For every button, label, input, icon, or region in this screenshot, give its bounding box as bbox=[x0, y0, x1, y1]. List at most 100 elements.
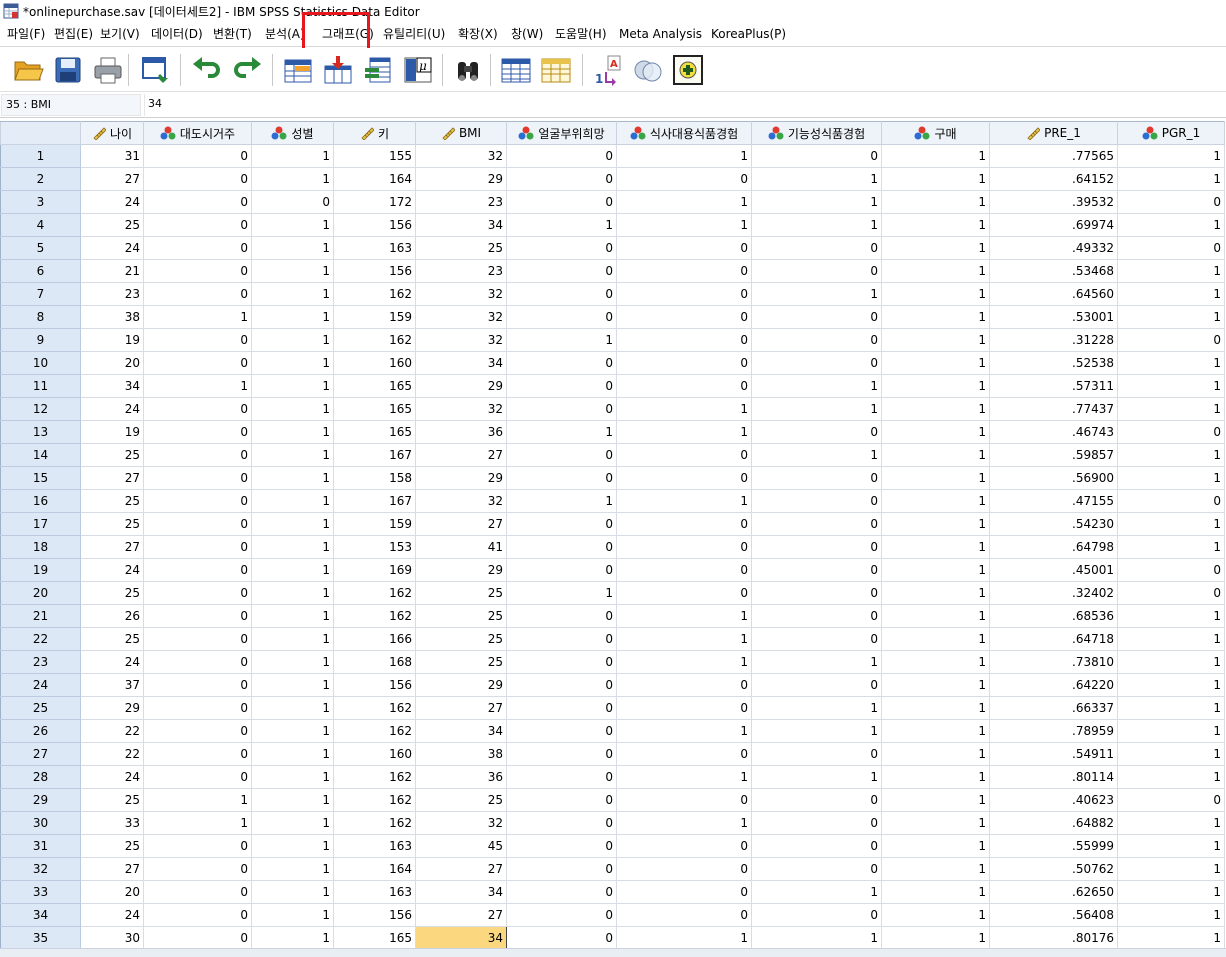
row-number-header[interactable]: 9 bbox=[0, 328, 81, 352]
data-cell[interactable]: 27 bbox=[80, 167, 144, 191]
data-cell[interactable]: 1 bbox=[251, 512, 334, 536]
data-cell[interactable]: 0 bbox=[1117, 558, 1225, 582]
data-cell[interactable]: 25 bbox=[80, 627, 144, 651]
data-cell[interactable]: 24 bbox=[80, 903, 144, 927]
data-cell[interactable]: 32 bbox=[415, 811, 507, 835]
data-cell[interactable]: 27 bbox=[80, 466, 144, 490]
data-cell[interactable]: 22 bbox=[80, 719, 144, 743]
data-cell[interactable]: 1 bbox=[506, 489, 617, 513]
data-cell[interactable]: 1 bbox=[251, 903, 334, 927]
data-cell[interactable]: 0 bbox=[1117, 788, 1225, 812]
data-cell[interactable]: 30 bbox=[80, 926, 144, 950]
data-cell[interactable]: 1 bbox=[616, 719, 752, 743]
data-cell[interactable]: 1 bbox=[506, 581, 617, 605]
data-cell[interactable]: 1 bbox=[1117, 282, 1225, 306]
data-cell[interactable]: 167 bbox=[333, 443, 416, 467]
data-cell[interactable]: 1 bbox=[1117, 466, 1225, 490]
data-cell[interactable]: 34 bbox=[415, 213, 507, 237]
data-cell[interactable]: .68536 bbox=[989, 604, 1118, 628]
data-cell[interactable]: 0 bbox=[506, 236, 617, 260]
data-cell[interactable]: .80176 bbox=[989, 926, 1118, 950]
use-variable-sets-icon[interactable] bbox=[632, 54, 664, 86]
menu-edit[interactable]: 편집(E) bbox=[47, 22, 93, 47]
data-cell[interactable]: 0 bbox=[751, 489, 882, 513]
data-cell[interactable]: 1 bbox=[881, 811, 990, 835]
data-cell[interactable]: .53468 bbox=[989, 259, 1118, 283]
data-cell[interactable]: 0 bbox=[616, 236, 752, 260]
data-cell[interactable]: 23 bbox=[80, 282, 144, 306]
data-cell[interactable]: 25 bbox=[80, 213, 144, 237]
data-cell[interactable]: .57311 bbox=[989, 374, 1118, 398]
data-cell[interactable]: 162 bbox=[333, 719, 416, 743]
insert-variable-icon[interactable] bbox=[540, 54, 572, 86]
data-cell[interactable]: 0 bbox=[506, 397, 617, 421]
menu-meta-analysis[interactable]: Meta Analysis bbox=[612, 22, 704, 47]
data-cell[interactable]: 1 bbox=[251, 558, 334, 582]
data-cell[interactable]: 1 bbox=[1117, 443, 1225, 467]
data-cell[interactable]: 0 bbox=[506, 351, 617, 375]
data-cell[interactable]: 0 bbox=[751, 742, 882, 766]
data-cell[interactable]: 0 bbox=[506, 512, 617, 536]
data-cell[interactable]: 25 bbox=[80, 512, 144, 536]
data-cell[interactable]: 1 bbox=[881, 788, 990, 812]
data-cell[interactable]: .46743 bbox=[989, 420, 1118, 444]
data-cell[interactable]: 0 bbox=[616, 443, 752, 467]
data-cell[interactable]: 1 bbox=[506, 213, 617, 237]
data-cell[interactable]: 0 bbox=[506, 167, 617, 191]
data-cell[interactable]: 0 bbox=[143, 742, 252, 766]
column-header[interactable]: BMI bbox=[415, 121, 507, 145]
menu-window[interactable]: 창(W) bbox=[504, 22, 548, 47]
data-cell[interactable]: 0 bbox=[616, 880, 752, 904]
data-cell[interactable]: 1 bbox=[616, 190, 752, 214]
data-cell[interactable]: 1 bbox=[1117, 926, 1225, 950]
data-cell[interactable]: 0 bbox=[616, 788, 752, 812]
data-cell[interactable]: 22 bbox=[80, 742, 144, 766]
data-cell[interactable]: 24 bbox=[80, 558, 144, 582]
data-cell[interactable]: 20 bbox=[80, 351, 144, 375]
data-cell[interactable]: 1 bbox=[143, 374, 252, 398]
data-cell[interactable]: 0 bbox=[143, 144, 252, 168]
data-cell[interactable]: 1 bbox=[881, 443, 990, 467]
data-cell[interactable]: 1 bbox=[1117, 650, 1225, 674]
data-cell[interactable]: 1 bbox=[881, 581, 990, 605]
data-cell[interactable]: 1 bbox=[251, 696, 334, 720]
data-cell[interactable]: 1 bbox=[751, 696, 882, 720]
data-cell[interactable]: 1 bbox=[251, 742, 334, 766]
row-number-header[interactable]: 8 bbox=[0, 305, 81, 329]
data-cell[interactable]: 165 bbox=[333, 926, 416, 950]
data-cell[interactable]: 0 bbox=[143, 719, 252, 743]
data-cell[interactable]: 0 bbox=[506, 259, 617, 283]
data-cell[interactable]: 1 bbox=[1117, 696, 1225, 720]
data-cell[interactable]: 1 bbox=[881, 742, 990, 766]
data-cell[interactable]: 0 bbox=[1117, 190, 1225, 214]
data-cell[interactable]: 45 bbox=[415, 834, 507, 858]
data-cell[interactable]: 163 bbox=[333, 880, 416, 904]
data-cell[interactable]: 166 bbox=[333, 627, 416, 651]
row-number-header[interactable]: 13 bbox=[0, 420, 81, 444]
data-cell[interactable]: 1 bbox=[881, 144, 990, 168]
data-cell[interactable]: 1 bbox=[751, 926, 882, 950]
data-cell[interactable]: 32 bbox=[415, 305, 507, 329]
selected-data-cell[interactable]: 34 bbox=[415, 926, 507, 950]
data-cell[interactable]: 1 bbox=[1117, 834, 1225, 858]
data-cell[interactable]: 1 bbox=[616, 926, 752, 950]
data-cell[interactable]: 1 bbox=[881, 397, 990, 421]
row-number-header[interactable]: 28 bbox=[0, 765, 81, 789]
data-cell[interactable]: 1 bbox=[751, 397, 882, 421]
data-cell[interactable]: .62650 bbox=[989, 880, 1118, 904]
bottom-scroll-strip[interactable] bbox=[0, 948, 1226, 957]
data-cell[interactable]: 1 bbox=[251, 765, 334, 789]
data-cell[interactable]: .55999 bbox=[989, 834, 1118, 858]
data-cell[interactable]: 0 bbox=[143, 880, 252, 904]
data-cell[interactable]: 0 bbox=[616, 834, 752, 858]
row-number-header[interactable]: 24 bbox=[0, 673, 81, 697]
data-cell[interactable]: 19 bbox=[80, 328, 144, 352]
data-cell[interactable]: 24 bbox=[80, 650, 144, 674]
data-cell[interactable]: 0 bbox=[506, 880, 617, 904]
data-cell[interactable]: 156 bbox=[333, 213, 416, 237]
data-cell[interactable]: 1 bbox=[251, 880, 334, 904]
insert-cases-icon[interactable] bbox=[500, 54, 532, 86]
data-cell[interactable]: 168 bbox=[333, 650, 416, 674]
data-cell[interactable]: 0 bbox=[506, 535, 617, 559]
data-cell[interactable]: 1 bbox=[1117, 811, 1225, 835]
